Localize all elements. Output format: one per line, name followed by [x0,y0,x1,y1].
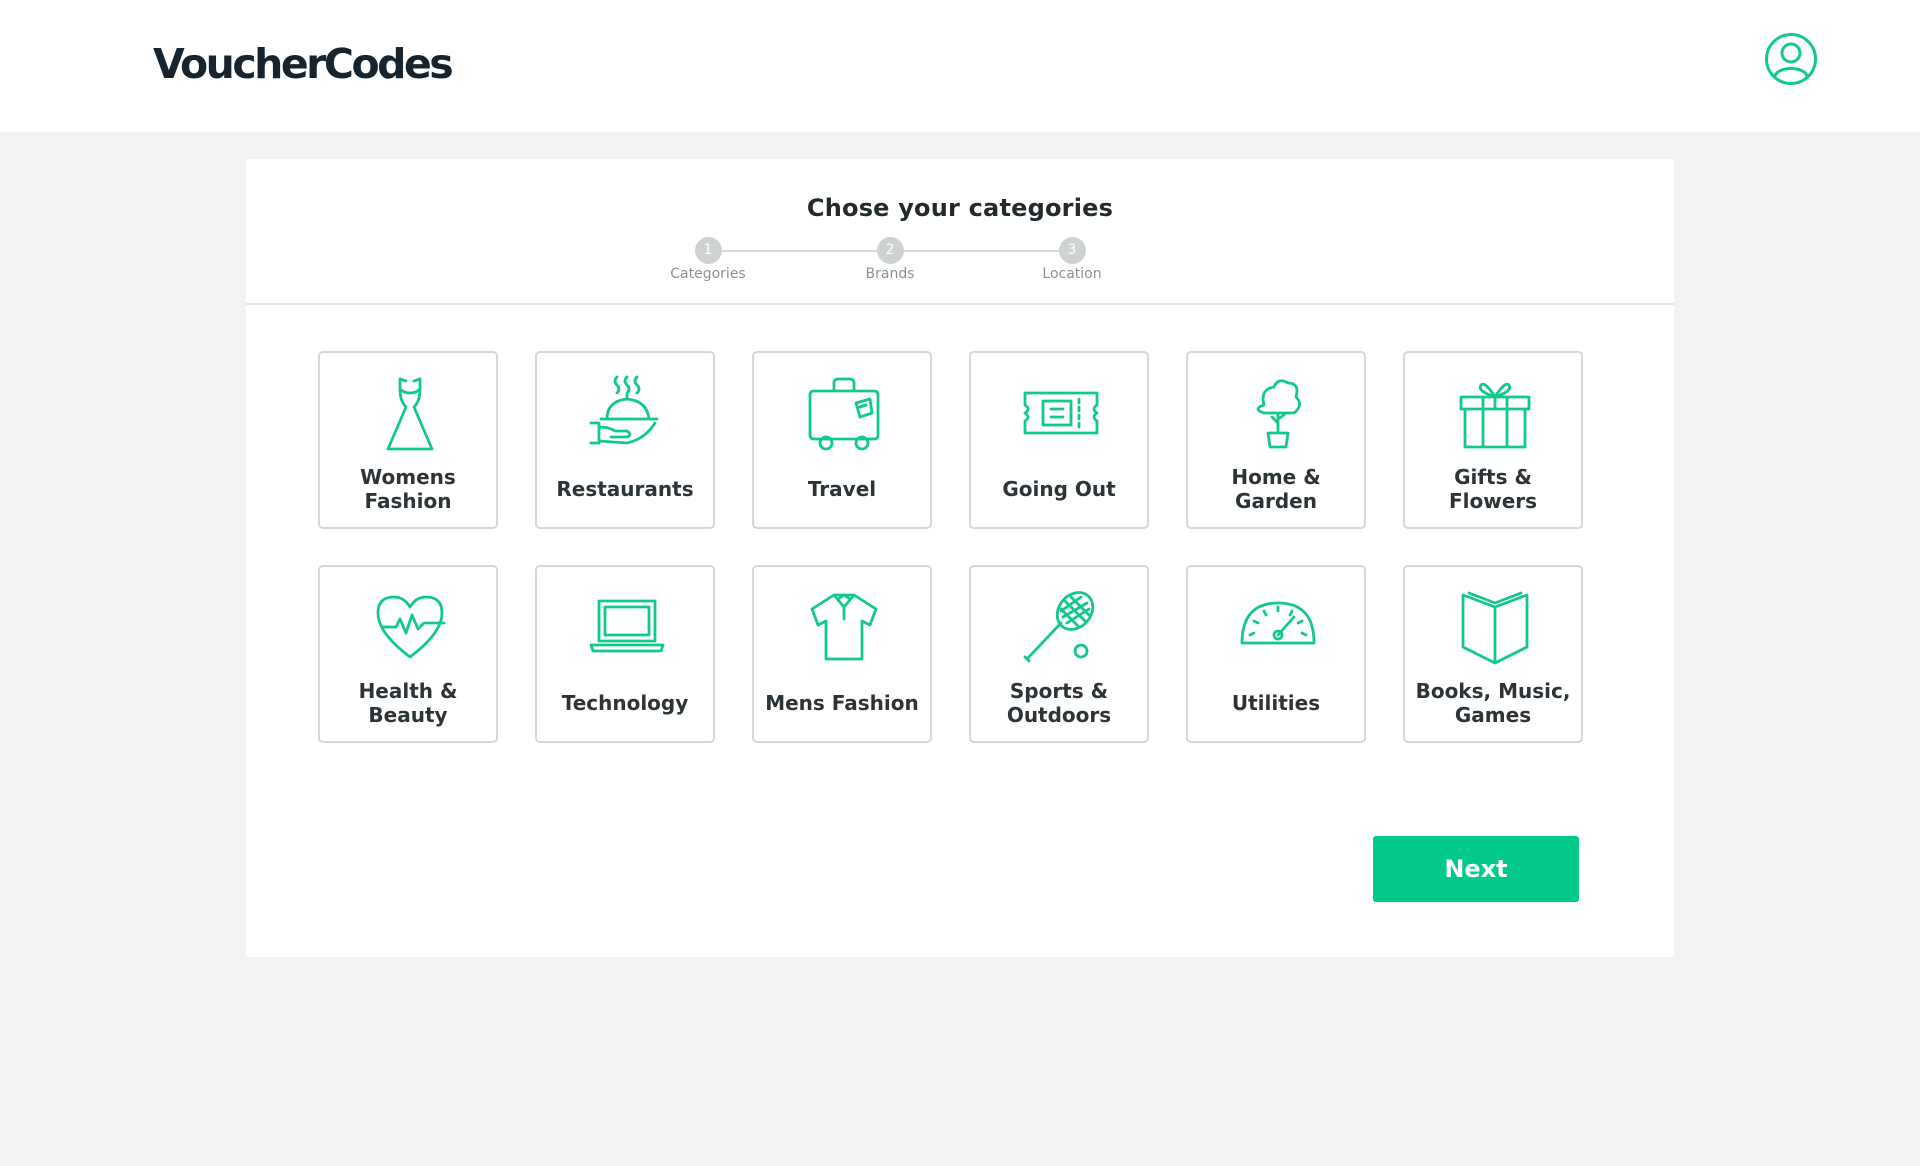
cloche-icon [587,373,667,453]
step-number: 1 [694,237,722,264]
potted-tree-icon [1238,373,1318,453]
step-location: 3 Location [1012,237,1132,282]
category-label: Sports & Outdoors [1006,679,1112,727]
step-label: Brands [865,266,915,282]
category-womens-fashion[interactable]: Womens Fashion [318,351,498,529]
user-circle-icon[interactable] [1764,32,1818,86]
dress-icon [370,373,450,453]
gauge-icon [1238,587,1318,667]
category-label: Womens Fashion [360,465,456,513]
category-label: Health & Beauty [358,679,458,727]
category-mens-fashion[interactable]: Mens Fashion [752,565,932,743]
tennis-racket-icon [1021,587,1101,667]
category-label: Utilities [1231,691,1321,715]
card-header: Chose your categories 1 Categories 2 Bra… [246,159,1674,305]
category-home-garden[interactable]: Home & Garden [1186,351,1366,529]
category-picker-card: Chose your categories 1 Categories 2 Bra… [246,159,1674,957]
step-label: Location [1042,266,1102,282]
progress-stepper: 1 Categories 2 Brands 3 Location [670,237,1206,287]
logo[interactable]: VoucherCodes [153,40,454,88]
category-label: Books, Music, Games [1415,679,1571,727]
category-label: Home & Garden [1231,465,1321,513]
ticket-icon [1021,373,1101,453]
laptop-icon [587,587,667,667]
category-restaurants[interactable]: Restaurants [535,351,715,529]
category-going-out[interactable]: Going Out [969,351,1149,529]
next-button[interactable]: Next [1373,836,1579,902]
category-health-beauty[interactable]: Health & Beauty [318,565,498,743]
category-label: Gifts & Flowers [1448,465,1538,513]
step-number: 3 [1058,237,1086,264]
category-utilities[interactable]: Utilities [1186,565,1366,743]
polo-shirt-icon [804,587,884,667]
category-gifts-flowers[interactable]: Gifts & Flowers [1403,351,1583,529]
category-label: Technology [561,691,689,715]
suitcase-icon [804,373,884,453]
page-title: Chose your categories [806,194,1114,222]
step-brands: 2 Brands [830,237,950,282]
category-label: Going Out [1002,477,1116,501]
category-books-music-games[interactable]: Books, Music, Games [1403,565,1583,743]
step-number: 2 [876,237,904,264]
gift-icon [1455,373,1535,453]
heartbeat-icon [370,587,450,667]
book-icon [1455,587,1535,667]
category-label: Mens Fashion [765,691,919,715]
category-sports-outdoors[interactable]: Sports & Outdoors [969,565,1149,743]
category-label: Restaurants [556,477,694,501]
category-technology[interactable]: Technology [535,565,715,743]
step-categories: 1 Categories [648,237,768,282]
step-label: Categories [670,266,746,282]
category-label: Travel [807,477,877,501]
top-bar: VoucherCodes [0,0,1920,132]
category-travel[interactable]: Travel [752,351,932,529]
